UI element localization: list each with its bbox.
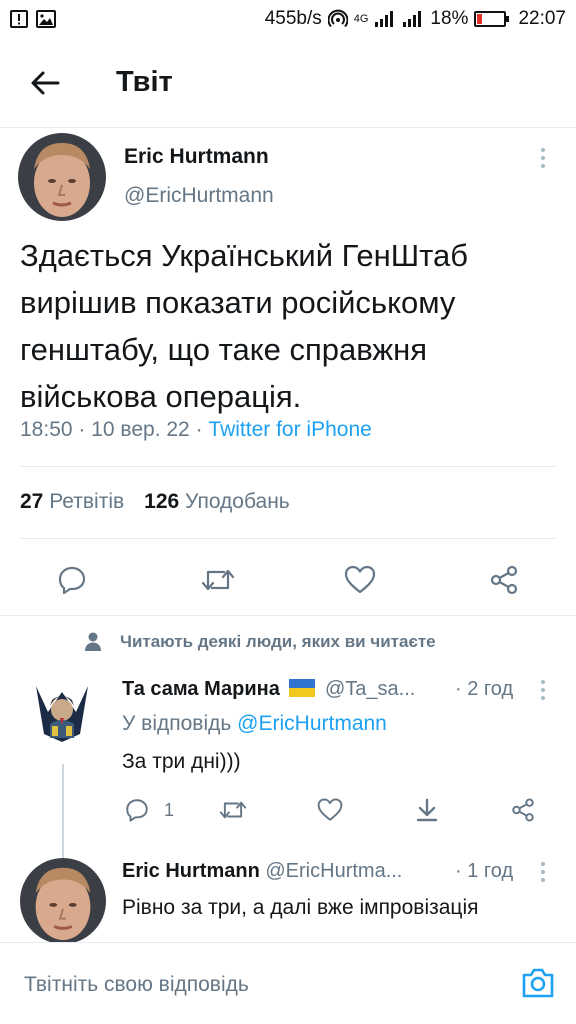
reply-input[interactable]: Твітніть свою відповідь — [24, 973, 249, 997]
likes-stat[interactable]: 126 Уподобань — [144, 490, 290, 514]
reply-to: У відповідь @EricHurtmann — [122, 712, 387, 736]
battery-icon — [474, 11, 510, 27]
image-icon — [36, 10, 56, 28]
heart-icon — [344, 565, 376, 594]
likes-count: 126 — [144, 490, 180, 513]
network-speed: 455b/s — [264, 8, 322, 29]
heart-icon — [317, 798, 343, 821]
retweet-icon — [201, 569, 235, 591]
person-icon — [85, 632, 101, 651]
reply-author-name[interactable]: Та сама Марина — [122, 678, 280, 700]
signal-label: 4G — [353, 13, 369, 25]
avatar[interactable] — [20, 858, 106, 944]
reply-count: 1 — [164, 799, 175, 820]
reply-button[interactable]: 1 — [124, 790, 174, 830]
share-icon — [512, 798, 534, 822]
alert-icon — [10, 10, 28, 28]
flag-ukraine-icon — [289, 679, 316, 697]
share-icon — [490, 565, 518, 595]
back-button[interactable] — [10, 38, 80, 128]
reply-compose-bar: Твітніть свою відповідь — [0, 942, 576, 1024]
reply-author-handle[interactable]: @EricHurtma... — [265, 860, 402, 882]
tweet-date: 10 вер. 22 — [91, 418, 190, 441]
tweet-actions — [0, 544, 576, 614]
like-button[interactable] — [316, 790, 344, 830]
author-name[interactable]: Eric Hurtmann — [124, 145, 269, 169]
reply-header: Eric Hurtmann @EricHurtma... — [122, 860, 402, 883]
reply-text: Рівно за три, а далі вже імпровізація — [122, 896, 479, 919]
retweets-count: 27 — [20, 490, 44, 513]
thread-line — [62, 764, 64, 858]
tweet-text: Здається Український ГенШтаб вирішив пок… — [20, 238, 468, 414]
clock: 22:07 — [518, 8, 566, 29]
divider — [20, 466, 557, 467]
camera-icon — [522, 968, 554, 998]
tweet-author-row: Eric Hurtmann @EricHurtmann — [0, 128, 576, 228]
signal-icon-2 — [402, 10, 424, 28]
page-title: Твіт — [116, 66, 173, 98]
tweet-meta: 18:50 · 10 вер. 22 · Twitter for iPhone — [20, 418, 372, 441]
reply-button[interactable] — [52, 560, 92, 600]
reply-time: 1 год — [467, 860, 514, 882]
retweets-label: Ретвітів — [49, 490, 125, 513]
reply-to-mention[interactable]: @EricHurtmann — [237, 712, 387, 735]
share-button[interactable] — [484, 560, 524, 600]
likes-label: Уподобань — [185, 490, 290, 513]
section-divider — [0, 615, 576, 616]
social-context-label: Читають деякі люди, яких ви читаєте — [120, 632, 436, 651]
more-options-icon[interactable] — [533, 680, 553, 700]
retweet-button[interactable] — [198, 560, 238, 600]
arrow-left-icon — [31, 71, 60, 94]
like-button[interactable] — [340, 560, 380, 600]
reply-icon — [126, 799, 148, 822]
tweet-time: 18:50 — [20, 418, 73, 441]
divider — [20, 538, 557, 539]
more-options-icon[interactable] — [533, 862, 553, 882]
reply-time-wrap: · 2 год — [455, 678, 514, 700]
reply-to-prefix: У відповідь — [122, 712, 232, 735]
share-button[interactable] — [510, 790, 536, 830]
retweets-stat[interactable]: 27 Ретвітів — [20, 490, 124, 514]
reply-author-handle[interactable]: @Ta_sa... — [325, 678, 415, 700]
reply-header: Та сама Марина 🇺🇦 @Ta_sa... — [122, 678, 415, 701]
main-tweet: Eric Hurtmann @EricHurtmann Здається Укр… — [0, 128, 576, 595]
reply-icon — [58, 566, 86, 595]
avatar[interactable] — [26, 676, 98, 748]
download-icon — [416, 798, 438, 822]
battery-percent: 18% — [430, 8, 469, 29]
status-bar: 455b/s 4G 18% 22:07 — [0, 0, 576, 38]
reply-time-wrap: · 1 год — [455, 860, 514, 882]
reply-author-name[interactable]: Eric Hurtmann — [122, 860, 260, 882]
social-context: Читають деякі люди, яких ви читаєте — [84, 632, 436, 652]
reply-time: 2 год — [467, 678, 514, 700]
signal-icon — [374, 10, 396, 28]
retweet-icon — [219, 801, 247, 819]
reply-text: За три дні))) — [122, 750, 241, 773]
tweet-stats: 27 Ретвітів 126 Уподобань — [20, 490, 290, 514]
author-handle[interactable]: @EricHurtmann — [124, 184, 274, 208]
retweet-button[interactable] — [218, 790, 248, 830]
camera-button[interactable] — [520, 965, 556, 1001]
tweet-source-link[interactable]: Twitter for iPhone — [208, 418, 371, 441]
reply-actions: 1 — [122, 790, 552, 830]
avatar[interactable] — [18, 133, 106, 221]
download-button[interactable] — [414, 790, 440, 830]
top-bar: Твіт — [0, 38, 576, 128]
more-options-icon[interactable] — [533, 148, 553, 168]
hotspot-icon — [327, 9, 348, 29]
